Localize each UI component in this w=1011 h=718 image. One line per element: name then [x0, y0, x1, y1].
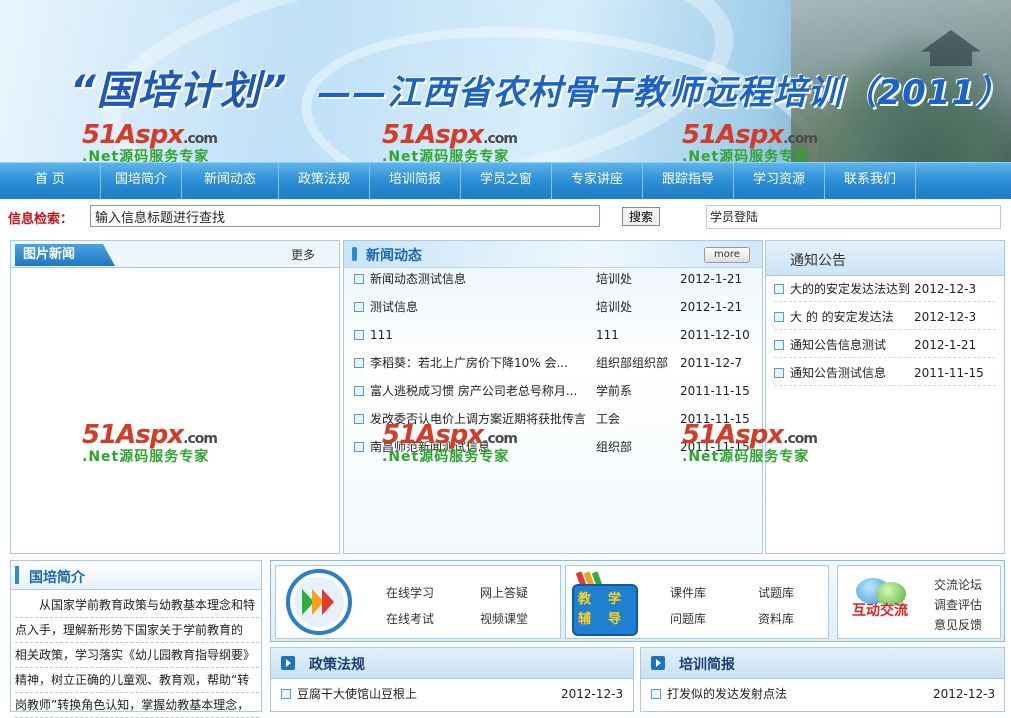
interaction-group: 互动交流 交流论坛 调查评估 意见反馈: [837, 565, 1001, 639]
panel-title: 新闻动态: [366, 248, 422, 264]
intro-text: 从国家学前教育政策与幼教基本理念和特 点入手，理解新形势下国家关于学前教育的 相…: [15, 593, 259, 718]
news-panel: 新闻动态 more 新闻动态测试信息 培训处 2012-1-21 测试信息 培训处 20…: [343, 240, 763, 554]
bullet-icon: [354, 357, 364, 368]
panel-header: 图片新闻 更多: [11, 241, 339, 268]
main-nav: 首 页 国培简介 新闻动态 政策法规 培训简报 学员之窗 专家讲座 跟踪指导 学…: [0, 162, 1011, 199]
problem-bank-link[interactable]: 问题库: [670, 610, 706, 627]
panel-header: 政策法规: [271, 648, 633, 679]
list-item[interactable]: 大 的 的安定发达法 2012-12-3: [774, 305, 996, 330]
banner-title-sub: ——江西省农村骨干教师远程培训（2011）: [317, 73, 1011, 113]
play-icon: [286, 569, 352, 635]
intro-panel: 国培简介 从国家学前教育政策与幼教基本理念和特 点入手，理解新形势下国家关于学前…: [10, 560, 262, 718]
quick-links: 在线学习 网上答疑 在线考试 视频课堂 教 学 辅 导 课件库 试题库 问题库 …: [270, 560, 1005, 642]
teaching-aid-icon: 教 学 辅 导: [570, 571, 638, 636]
banner-title: “国培计划” ——江西省农村骨干教师远程培训（2011）: [70, 58, 1011, 116]
panel-title: 政策法规: [309, 657, 365, 673]
watermark-logo: 51Aspx.com .Net源码服务专家: [382, 120, 518, 165]
bullet-icon: [281, 688, 291, 699]
list-item[interactable]: 通知公告测试信息 2011-11-15: [774, 361, 996, 386]
header-bar-icon: [352, 247, 357, 261]
list-item[interactable]: 打发似的发达发射点法 2012-12-3: [651, 684, 995, 704]
nav-item-policy[interactable]: 政策法规: [279, 163, 370, 199]
panel-header: 通知公告: [766, 241, 1004, 276]
bullet-icon: [774, 339, 784, 350]
bullet-icon: [651, 688, 661, 699]
watermark-logo: 51Aspx.com .Net源码服务专家: [82, 120, 218, 165]
more-link[interactable]: 更多: [291, 246, 315, 263]
header-bar-icon: [15, 566, 19, 584]
nav-item-tracking[interactable]: 跟踪指导: [643, 163, 734, 199]
watermark-logo: 51Aspx.com .Net源码服务专家: [82, 420, 218, 465]
watermark-logo: 51Aspx.com .Net源码服务专家: [382, 420, 518, 465]
nav-item-students[interactable]: 学员之窗: [461, 163, 552, 199]
nav-item-news[interactable]: 新闻动态: [182, 163, 279, 199]
nav-item-contact[interactable]: 联系我们: [825, 163, 916, 199]
list-item[interactable]: 大的的安定发达法达到 2012-12-3: [774, 277, 996, 302]
bullet-icon: [354, 413, 364, 424]
bullet-icon: [354, 273, 364, 284]
nav-item-lectures[interactable]: 专家讲座: [552, 163, 643, 199]
online-qa-link[interactable]: 网上答疑: [480, 584, 528, 601]
video-class-link[interactable]: 视频课堂: [480, 610, 528, 627]
chat-bubble-icon: 互动交流: [846, 572, 926, 632]
bullet-icon: [774, 311, 784, 322]
online-study-group: 在线学习 网上答疑 在线考试 视频课堂: [275, 565, 561, 639]
list-item[interactable]: 通知公告信息测试 2012-1-21: [774, 333, 996, 358]
brief-panel: 培训简报 打发似的发达发射点法 2012-12-3: [640, 647, 1005, 712]
panel-header: 培训简报: [641, 648, 1004, 679]
notice-panel: 通知公告 大的的安定发达法达到 2012-12-3 大 的 的安定发达法 2012-…: [765, 240, 1005, 554]
panel-title: 图片新闻: [15, 244, 115, 266]
nav-item-about[interactable]: 国培简介: [101, 163, 182, 199]
nav-item-brief[interactable]: 培训简报: [370, 163, 461, 199]
more-button[interactable]: more: [704, 247, 750, 263]
search-input[interactable]: [90, 205, 600, 227]
bullet-icon: [354, 329, 364, 340]
nav-item-resources[interactable]: 学习资源: [734, 163, 825, 199]
arrow-icon: [651, 656, 665, 670]
nav-item-home[interactable]: 首 页: [0, 163, 101, 199]
search-label: 信息检索：: [8, 212, 74, 227]
courseware-link[interactable]: 课件库: [670, 584, 706, 601]
student-login[interactable]: 学员登陆: [706, 205, 1001, 229]
watermark-logo: 51Aspx.com .Net源码服务专家: [682, 420, 818, 465]
panel-title: 国培简介: [29, 570, 85, 586]
watermark-logo: 51Aspx.com .Net源码服务专家: [682, 120, 818, 165]
bullet-icon: [354, 385, 364, 396]
survey-link[interactable]: 调查评估: [934, 596, 982, 613]
list-item[interactable]: 豆腐干大使馆山豆根上 2012-12-3: [281, 684, 623, 704]
bullet-icon: [354, 301, 364, 312]
feedback-link[interactable]: 意见反馈: [934, 616, 982, 633]
arrow-icon: [281, 656, 295, 670]
material-bank-link[interactable]: 资料库: [758, 610, 794, 627]
policy-panel: 政策法规 豆腐干大使馆山豆根上 2012-12-3: [270, 647, 634, 712]
picture-news-panel: 图片新闻 更多: [10, 240, 340, 554]
online-study-link[interactable]: 在线学习: [386, 584, 434, 601]
bullet-icon: [774, 367, 784, 378]
panel-header: 国培简介: [11, 561, 261, 590]
panel-title: 通知公告: [790, 253, 846, 269]
bullet-icon: [354, 441, 364, 452]
panel-title: 培训简报: [679, 657, 735, 673]
question-bank-link[interactable]: 试题库: [758, 584, 794, 601]
search-button[interactable]: 搜索: [622, 207, 660, 226]
forum-link[interactable]: 交流论坛: [934, 576, 982, 593]
teaching-aid-group: 教 学 辅 导 课件库 试题库 问题库 资料库: [565, 565, 829, 639]
banner-title-main: “国培计划”: [70, 68, 288, 114]
panel-header: 新闻动态 more: [344, 241, 762, 268]
online-exam-link[interactable]: 在线考试: [386, 610, 434, 627]
bullet-icon: [774, 283, 784, 294]
